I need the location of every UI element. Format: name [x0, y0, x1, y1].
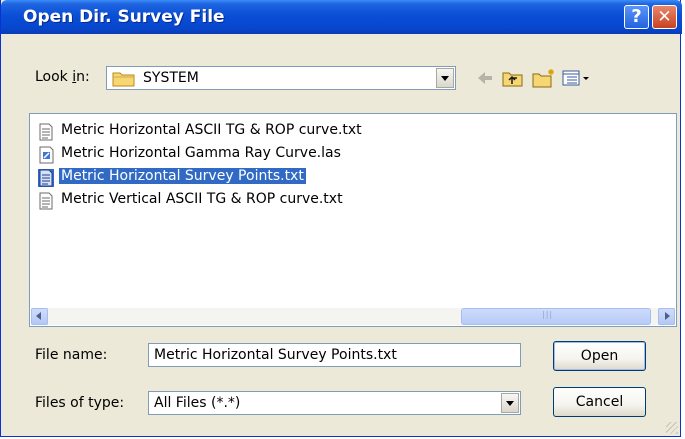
close-icon: ✕ — [657, 7, 672, 27]
text-file-icon — [38, 192, 54, 214]
view-menu-icon[interactable] — [561, 67, 591, 89]
text-file-icon — [38, 169, 54, 191]
folder-icon — [112, 70, 136, 91]
file-name: Metric Vertical ASCII TG & ROP curve.txt — [61, 191, 343, 207]
resize-grip[interactable] — [666, 422, 678, 434]
look-in-label: Look in: — [35, 69, 90, 85]
files-of-type-label: Files of type: — [35, 395, 125, 411]
question-mark-icon: ? — [631, 6, 642, 27]
look-in-dropdown[interactable]: SYSTEM — [106, 66, 456, 90]
dialog-title: Open Dir. Survey File — [23, 7, 225, 27]
new-folder-icon[interactable] — [531, 67, 557, 89]
las-file-icon — [38, 146, 56, 168]
scroll-right-icon[interactable] — [658, 308, 675, 325]
chevron-down-icon[interactable] — [436, 68, 454, 88]
text-file-icon — [38, 123, 54, 145]
close-button[interactable]: ✕ — [652, 5, 677, 29]
back-arrow-icon[interactable] — [475, 67, 495, 89]
file-type-dropdown[interactable]: All Files (*.*) — [148, 391, 521, 415]
title-bar[interactable]: Open Dir. Survey File ? ✕ — [1, 0, 682, 34]
file-name: Metric Horizontal ASCII TG & ROP curve.t… — [61, 122, 362, 138]
file-name: Metric Horizontal Gamma Ray Curve.las — [61, 145, 341, 161]
file-type-value: All Files (*.*) — [154, 395, 241, 411]
cancel-button[interactable]: Cancel — [553, 387, 646, 417]
up-folder-icon[interactable] — [501, 67, 525, 89]
horizontal-scrollbar[interactable] — [31, 308, 675, 325]
help-button[interactable]: ? — [624, 5, 649, 29]
open-button[interactable]: Open — [553, 341, 646, 371]
look-in-value: SYSTEM — [143, 70, 199, 86]
scrollbar-thumb[interactable] — [461, 308, 651, 325]
scroll-left-icon[interactable] — [31, 308, 48, 325]
file-name: Metric Horizontal Survey Points.txt — [59, 168, 306, 184]
file-list[interactable]: Metric Horizontal ASCII TG & ROP curve.t… — [29, 113, 677, 327]
file-name-input[interactable] — [148, 343, 521, 367]
file-name-label: File name: — [35, 347, 108, 363]
chevron-down-icon[interactable] — [501, 393, 519, 413]
open-file-dialog: Open Dir. Survey File ? ✕ Look in: SYSTE… — [0, 0, 682, 437]
